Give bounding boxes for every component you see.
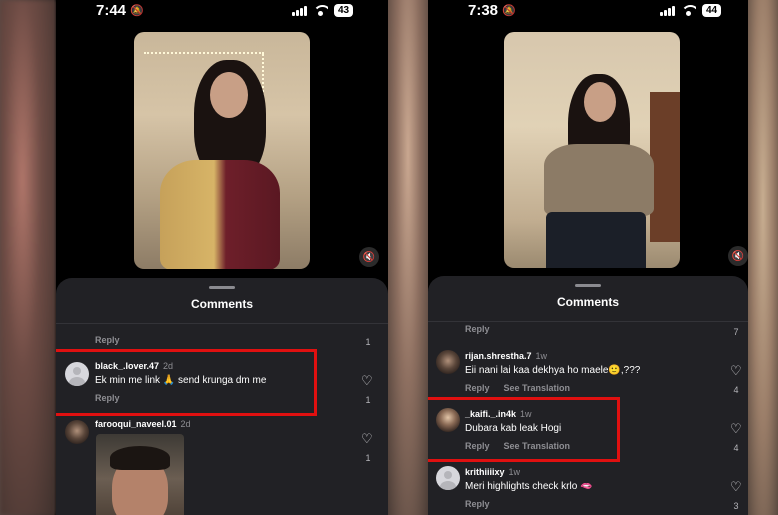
avatar-icon[interactable] bbox=[436, 350, 460, 374]
string-lights bbox=[144, 52, 264, 58]
status-icons: 44 bbox=[660, 4, 722, 17]
comments-title: Comments bbox=[190, 297, 253, 311]
comment-item: rijan.shrestha.7 1w Eii nani lai kaa dekh… bbox=[428, 346, 748, 396]
comment-username[interactable]: farooqui_naveel.01 2d bbox=[95, 419, 191, 429]
like-count: 3 bbox=[733, 501, 739, 511]
signal-icon bbox=[292, 5, 307, 16]
like-count: 1 bbox=[365, 337, 371, 347]
door bbox=[650, 92, 680, 242]
reply-button[interactable]: Reply bbox=[465, 324, 490, 334]
highlight-box bbox=[428, 397, 620, 462]
sheet-drag-handle[interactable] bbox=[575, 284, 601, 287]
comment-username[interactable]: rijan.shrestha.7 1w bbox=[465, 351, 547, 361]
background-blur-right bbox=[748, 0, 778, 515]
person-face bbox=[584, 82, 616, 122]
status-time: 7:44 🔕 bbox=[96, 2, 144, 19]
comment-text: Meri highlights check krlo 🫦 bbox=[465, 481, 593, 492]
bell-slash-icon: 🔕 bbox=[130, 5, 144, 17]
divider bbox=[56, 323, 388, 324]
gif-hair bbox=[110, 446, 170, 470]
comments-sheet: Comments Reply 7 rijan.shrestha.7 1w Eii … bbox=[428, 276, 748, 515]
comment-age: 1w bbox=[535, 351, 548, 361]
reel-video[interactable] bbox=[134, 32, 310, 269]
status-bar: 7:38 🔕 44 bbox=[428, 0, 748, 22]
heart-icon[interactable]: ♡ bbox=[730, 421, 742, 437]
reel-video[interactable] bbox=[504, 32, 680, 268]
battery-icon: 44 bbox=[702, 4, 722, 17]
wifi-icon bbox=[681, 5, 696, 16]
left-phone-screen: 7:44 🔕 43 🔇 Comments Reply 1 black_.love… bbox=[56, 0, 388, 515]
mute-icon[interactable]: 🔇 bbox=[728, 246, 748, 266]
comment-age: 2d bbox=[180, 419, 191, 429]
background-blur-left bbox=[0, 0, 56, 515]
person-top bbox=[544, 144, 654, 216]
highlight-box bbox=[56, 349, 317, 416]
comment-age: 1w bbox=[508, 467, 521, 477]
status-time: 7:38 🔕 bbox=[468, 2, 516, 19]
reply-button[interactable]: Reply bbox=[95, 335, 120, 345]
heart-icon[interactable]: ♡ bbox=[730, 363, 742, 379]
screenshot-collage: 7:44 🔕 43 🔇 Comments Reply 1 black_.love… bbox=[0, 0, 778, 515]
username-text[interactable]: rijan.shrestha.7 bbox=[465, 351, 532, 361]
mute-icon[interactable]: 🔇 bbox=[359, 247, 379, 267]
previous-comment-footer: Reply 1 bbox=[56, 334, 388, 350]
person-face bbox=[210, 72, 248, 118]
person-skirt bbox=[546, 212, 646, 268]
comment-text: Eii nani lai kaa dekhya ho maele🙂,??? bbox=[465, 365, 641, 376]
clock-text: 7:44 bbox=[96, 2, 127, 19]
right-phone-screen: 7:38 🔕 44 🔇 Comments Reply 7 rijan.shres… bbox=[428, 0, 748, 515]
background-blur-middle bbox=[388, 0, 428, 515]
heart-icon[interactable]: ♡ bbox=[361, 373, 373, 389]
comments-title: Comments bbox=[556, 295, 619, 309]
previous-comment-footer: Reply 7 bbox=[428, 324, 748, 338]
see-translation-button[interactable]: See Translation bbox=[504, 383, 571, 393]
like-count: 1 bbox=[365, 453, 371, 463]
status-icons: 43 bbox=[292, 4, 354, 17]
clock-text: 7:38 bbox=[468, 2, 499, 19]
like-count: 7 bbox=[733, 327, 739, 337]
comment-username[interactable]: krithiiiixy 1w bbox=[465, 467, 520, 477]
avatar-icon[interactable] bbox=[436, 466, 460, 490]
like-count: 4 bbox=[733, 385, 739, 395]
like-count: 1 bbox=[365, 395, 371, 405]
divider bbox=[428, 321, 748, 322]
comment-gif[interactable] bbox=[96, 434, 184, 515]
person-outfit bbox=[160, 160, 280, 269]
username-text[interactable]: farooqui_naveel.01 bbox=[95, 419, 177, 429]
heart-icon[interactable]: ♡ bbox=[361, 431, 373, 447]
wifi-icon bbox=[313, 5, 328, 16]
status-bar: 7:44 🔕 43 bbox=[56, 0, 388, 22]
signal-icon bbox=[660, 5, 675, 16]
comment-item: krithiiiixy 1w Meri highlights check krlo… bbox=[428, 462, 748, 512]
sheet-drag-handle[interactable] bbox=[209, 286, 235, 289]
username-text[interactable]: krithiiiixy bbox=[465, 467, 505, 477]
reply-button[interactable]: Reply bbox=[465, 499, 490, 509]
heart-icon[interactable]: ♡ bbox=[730, 479, 742, 495]
bell-slash-icon: 🔕 bbox=[502, 5, 516, 17]
like-count: 4 bbox=[733, 443, 739, 453]
avatar-icon[interactable] bbox=[65, 420, 89, 444]
battery-icon: 43 bbox=[334, 4, 354, 17]
reply-button[interactable]: Reply bbox=[465, 383, 490, 393]
